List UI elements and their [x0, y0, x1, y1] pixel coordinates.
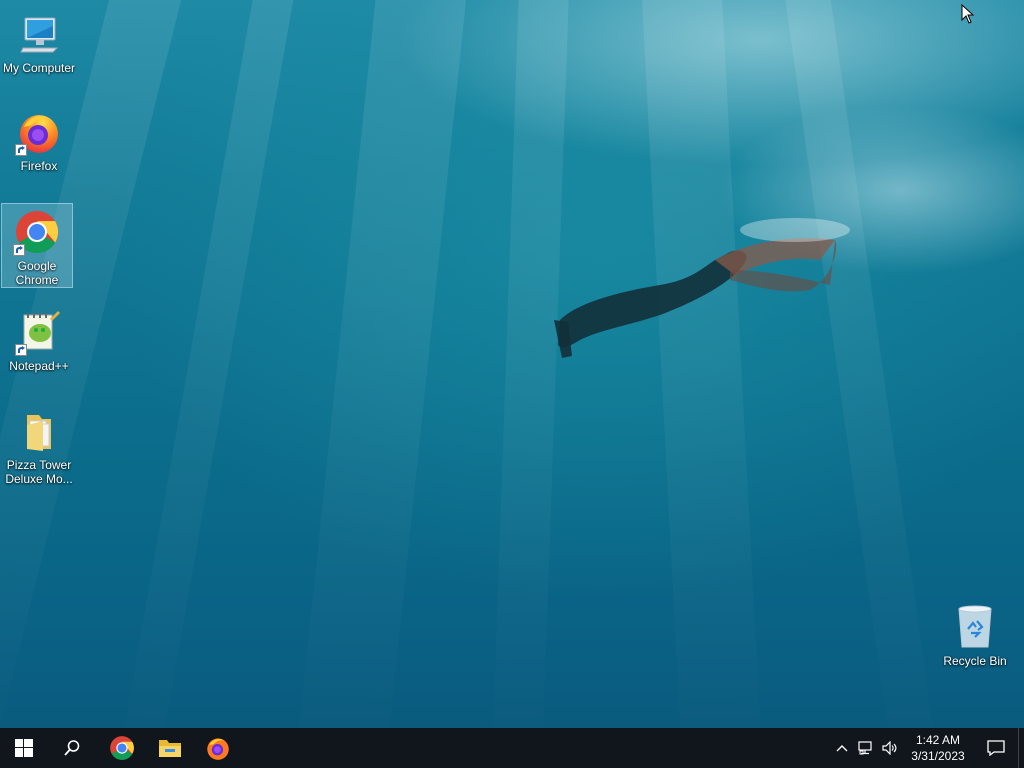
folder-icon [15, 407, 63, 455]
desktop-icon-label: Firefox [20, 159, 58, 173]
firefox-icon [15, 108, 63, 156]
show-desktop-button[interactable] [1018, 728, 1024, 768]
chrome-icon [110, 736, 134, 760]
shortcut-arrow-icon [15, 144, 27, 156]
search-button[interactable] [48, 728, 96, 768]
windows-start-icon [15, 739, 33, 757]
clock-date: 3/31/2023 [911, 749, 965, 763]
diver-image [554, 218, 850, 358]
volume-icon [882, 741, 897, 755]
shortcut-arrow-icon [13, 244, 25, 256]
firefox-icon [207, 738, 229, 760]
desktop-icon-label: Notepad++ [9, 359, 69, 373]
taskbar-file-explorer[interactable] [146, 728, 194, 768]
search-icon [64, 740, 80, 756]
file-explorer-icon [159, 740, 181, 757]
desktop-icon-label: Google Chrome [15, 259, 59, 287]
desktop-icon-recycle-bin[interactable]: Recycle Bin [939, 599, 1011, 668]
chrome-icon [13, 208, 61, 256]
taskbar-firefox[interactable] [194, 728, 242, 768]
chevron-up-icon [836, 745, 848, 752]
action-center-button[interactable] [974, 728, 1018, 768]
shortcut-arrow-icon [15, 344, 27, 356]
action-center-icon [987, 740, 1005, 756]
taskbar-chrome[interactable] [98, 728, 146, 768]
network-icon [858, 741, 872, 755]
desktop-icon-google-chrome[interactable]: Google Chrome [1, 203, 73, 288]
volume-button[interactable] [878, 728, 902, 768]
start-button[interactable] [0, 728, 48, 768]
notepadpp-icon [15, 308, 63, 356]
desktop-icon-label: Recycle Bin [943, 654, 1007, 668]
desktop-icon-firefox[interactable]: Firefox [3, 104, 75, 173]
network-button[interactable] [854, 728, 878, 768]
desktop-icon-pizza-tower-folder[interactable]: Pizza Tower Deluxe Mo... [3, 403, 75, 486]
desktop-icon-label: My Computer [2, 61, 76, 75]
desktop-icon-my-computer[interactable]: My Computer [3, 6, 75, 75]
desktop-icon-label: Pizza Tower Deluxe Mo... [5, 458, 73, 486]
mouse-cursor-icon [961, 4, 975, 24]
desktop-wallpaper [0, 0, 1024, 728]
computer-icon [15, 10, 63, 58]
system-tray: 1:42 AM 3/31/2023 [830, 728, 1024, 768]
show-hidden-icons-button[interactable] [830, 728, 854, 768]
clock-button[interactable]: 1:42 AM 3/31/2023 [902, 728, 974, 768]
taskbar: 1:42 AM 3/31/2023 [0, 728, 1024, 768]
clock-time: 1:42 AM [915, 733, 961, 747]
recycle-bin-icon [951, 603, 999, 651]
desktop-icon-notepadpp[interactable]: Notepad++ [3, 304, 75, 373]
